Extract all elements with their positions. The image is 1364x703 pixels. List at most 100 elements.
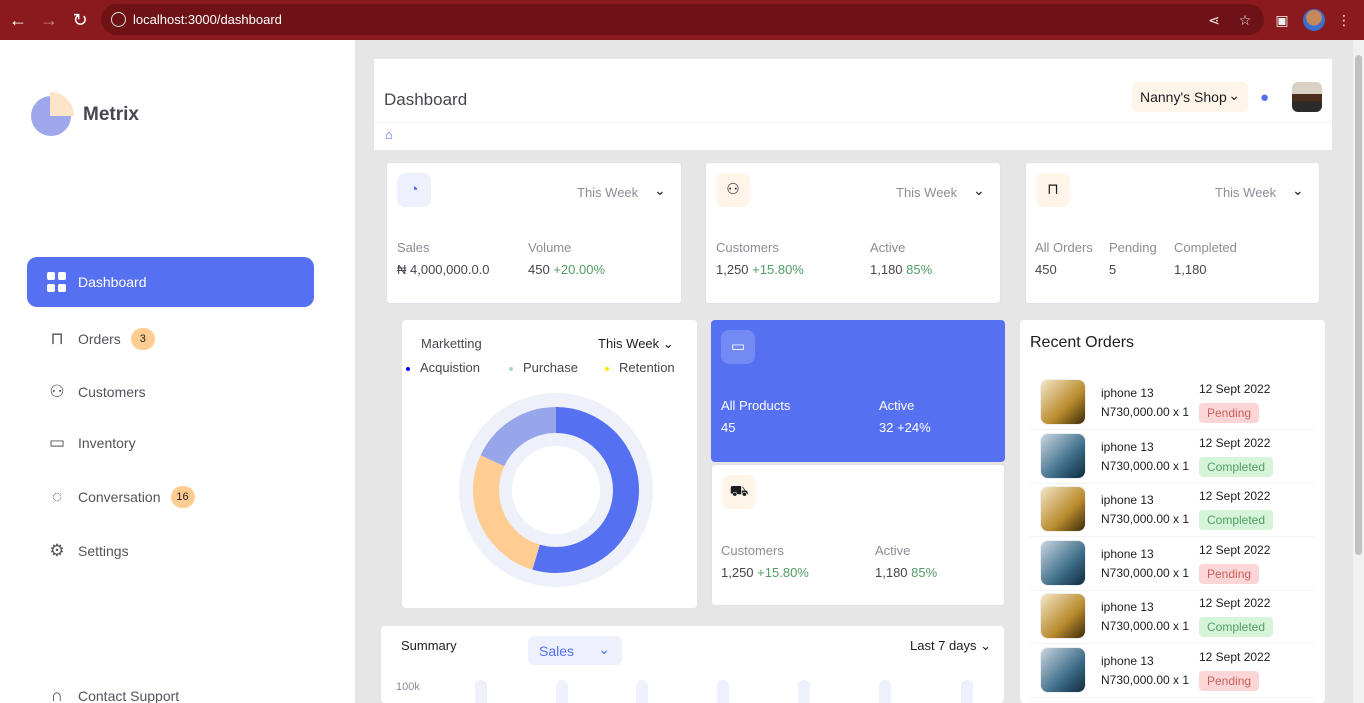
profile-avatar[interactable]	[1303, 9, 1325, 31]
recent-orders-panel: Recent Orders iphone 13 N730,000.00 x 1 12…	[1020, 320, 1325, 703]
back-icon[interactable]: ←	[7, 9, 29, 31]
order-row[interactable]: iphone 13 N730,000.00 x 1 12 Sept 2022 Pend…	[1030, 644, 1314, 698]
order-date: 12 Sept 2022	[1199, 489, 1271, 504]
product-price: N730,000.00 x 1	[1101, 512, 1190, 527]
contact-support-label: Contact Support	[78, 688, 180, 703]
home-breadcrumb-icon[interactable]: ⌂	[385, 127, 399, 142]
sidebar-item-label: Settings	[78, 543, 129, 559]
user-avatar[interactable]	[1292, 82, 1322, 112]
active-products-stat: Active 32 +24%	[879, 398, 931, 435]
header-divider	[374, 122, 1332, 123]
sidebar-item-settings[interactable]: ⚙ Settings	[27, 526, 314, 576]
legend-label: Retention	[619, 360, 675, 375]
stat-delta: +20.00%	[553, 262, 606, 277]
share-icon[interactable]: ⋖	[1204, 10, 1224, 30]
order-date: 12 Sept 2022	[1199, 650, 1271, 664]
stat-label: Customers	[721, 543, 784, 558]
side-panel-icon[interactable]: ▣	[1272, 10, 1292, 30]
reload-icon[interactable]: ↻	[69, 9, 91, 31]
period-select[interactable]: This Week ⌄	[598, 336, 674, 352]
address-bar[interactable]: localhost:3000/dashboard	[101, 4, 1264, 35]
status-badge: Completed	[1199, 510, 1274, 531]
menu-kebab-icon[interactable]: ⋮	[1334, 10, 1354, 30]
stat-label: Sales	[397, 240, 430, 255]
chevron-down-icon[interactable]: ⌄	[654, 182, 666, 199]
forward-icon[interactable]: →	[38, 9, 60, 31]
sales-card: ◔ This Week ⌄ Sales ₦ 4,000,000.0.0 Volu…	[386, 162, 682, 304]
stat-label: All Products	[721, 398, 791, 413]
range-select[interactable]: Last 7 days ⌄	[910, 638, 991, 654]
metric-select-label: Sales	[539, 643, 575, 659]
stat-value: 1,180	[875, 565, 908, 580]
period-select[interactable]: This Week	[577, 185, 638, 200]
customers-stat: Customers 1,250 +15.80%	[716, 240, 804, 277]
order-row[interactable]: iphone 13 N730,000.00 x 1 12 Sept 2022 Pend…	[1030, 376, 1314, 430]
stat-label: Active	[870, 240, 906, 255]
summary-bar	[798, 680, 810, 703]
status-badge: Pending	[1199, 403, 1260, 423]
sidebar-item-customers[interactable]: ⚇ Customers	[27, 367, 314, 417]
sidebar-item-inventory[interactable]: ▭ Inventory	[27, 418, 314, 468]
legend-dot	[509, 366, 513, 371]
site-info-icon[interactable]	[111, 12, 126, 27]
marketing-card: Marketting This Week ⌄ Acquistion Purcha…	[402, 320, 697, 608]
product-price: N730,000.00 x 1	[1101, 673, 1190, 687]
legend-label: Acquistion	[420, 360, 480, 375]
sidebar-item-orders[interactable]: ⊓ Orders 3	[27, 314, 314, 364]
stat-label: Completed	[1174, 240, 1237, 255]
scrollbar-thumb[interactable]	[1355, 55, 1362, 555]
notification-bell-icon[interactable]: ●	[1260, 89, 1276, 106]
stat-value: 450	[528, 262, 550, 277]
metric-select[interactable]: Sales ⌄	[528, 636, 622, 665]
sales-stat: Sales ₦ 4,000,000.0.0	[397, 240, 490, 277]
url-text[interactable]: localhost:3000/dashboard	[133, 12, 282, 27]
page-scrollbar[interactable]	[1353, 40, 1364, 703]
status-badge: Pending	[1199, 671, 1260, 691]
stat-value: ₦ 4,000,000.0.0	[397, 262, 490, 277]
order-date: 12 Sept 2022	[1199, 382, 1271, 396]
status-badge: Completed	[1199, 617, 1274, 638]
sidebar-item-label: Inventory	[78, 435, 136, 451]
chevron-down-icon: ⌄	[980, 638, 992, 653]
chevron-down-icon[interactable]: ⌄	[973, 182, 985, 199]
stat-value: 1,180	[870, 262, 903, 277]
order-row[interactable]: iphone 13 N730,000.00 x 1 12 Sept 2022 Pend…	[1030, 537, 1314, 591]
stat-label: Pending	[1109, 240, 1157, 255]
shop-selector[interactable]: Nanny's Shop ⌄	[1132, 82, 1248, 112]
orders-count-badge: 3	[130, 328, 155, 350]
chevron-down-icon[interactable]: ⌄	[1292, 182, 1304, 199]
chevron-down-icon: ⌄	[598, 641, 610, 657]
order-row[interactable]: iphone 13 N730,000.00 x 1 12 Sept 2022 Comp…	[1030, 483, 1314, 538]
pending-stat: Pending 5	[1109, 240, 1157, 277]
users-icon: ⚇	[49, 382, 65, 401]
order-row[interactable]: iphone 13 N730,000.00 x 1 12 Sept 2022 Comp…	[1030, 430, 1314, 484]
stat-label: Active	[875, 543, 911, 558]
order-row[interactable]: iphone 13 N730,000.00 x 1 12 Sept 2022 Comp…	[1030, 590, 1314, 645]
sidebar-item-dashboard[interactable]: Dashboard	[27, 257, 314, 307]
status-badge: Pending	[1199, 563, 1260, 584]
order-date: 12 Sept 2022	[1199, 596, 1271, 611]
shop-name: Nanny's Shop	[1140, 89, 1227, 105]
summary-card: Summary Sales ⌄ Last 7 days ⌄ 100k	[381, 626, 1004, 703]
legend-retention: Retention	[605, 360, 675, 375]
sidebar-item-label: Orders	[78, 331, 121, 347]
stat-delta: +24%	[897, 420, 931, 435]
contact-support-link[interactable]: ∩ Contact Support	[27, 671, 314, 703]
sidebar-item-conversation[interactable]: ◌ Conversation 16	[27, 472, 314, 522]
folder-icon: ▭	[721, 330, 755, 364]
product-thumbnail	[1040, 379, 1086, 425]
summary-bar	[961, 680, 973, 703]
legend-purchase: Purchase	[509, 360, 578, 375]
bag-icon: ⊓	[50, 329, 64, 348]
folder-icon: ▭	[48, 433, 66, 452]
orders-card: ⊓ This Week ⌄ All Orders 450 Pending 5 C…	[1025, 162, 1320, 304]
recent-orders-title: Recent Orders	[1030, 334, 1135, 351]
sidebar-item-label: Conversation	[78, 489, 161, 505]
summary-bar	[879, 680, 891, 703]
period-select[interactable]: This Week	[896, 185, 957, 200]
bookmark-star-icon[interactable]: ☆	[1235, 10, 1255, 30]
y-axis-label: 100k	[396, 681, 420, 693]
range-label: Last 7 days	[910, 638, 977, 653]
period-select[interactable]: This Week	[1215, 185, 1276, 200]
product-name: iphone 13	[1101, 654, 1154, 668]
